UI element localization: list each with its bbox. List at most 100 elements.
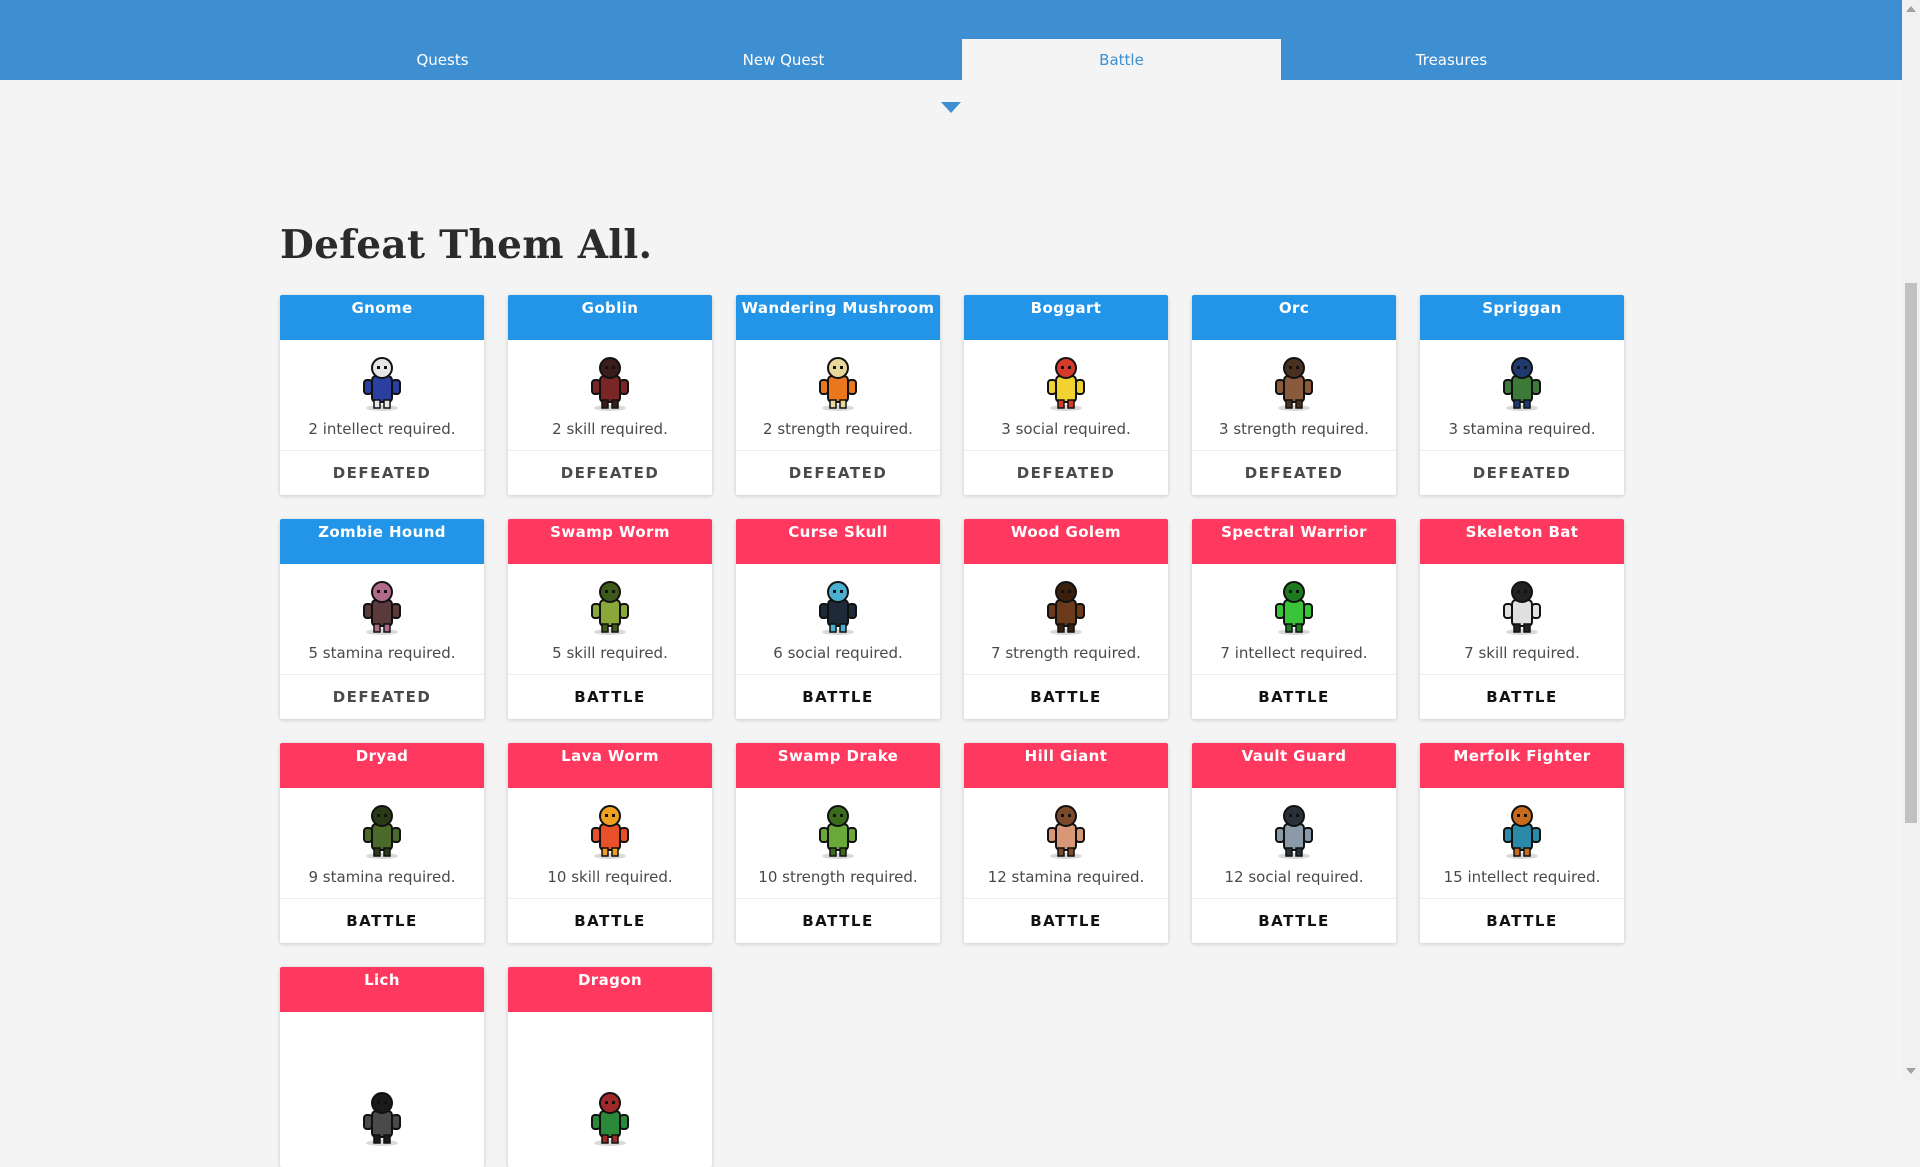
requirement-text: 3 strength required.	[1219, 420, 1369, 438]
monster-name: Gnome	[280, 295, 484, 340]
monster-card: Swamp Drake 10 strength required. BATTLE	[736, 743, 940, 943]
requirement-text: 15 intellect required.	[1443, 868, 1601, 886]
monster-name: Skeleton Bat	[1420, 519, 1624, 564]
swamp-worm-sprite-icon	[580, 576, 640, 636]
monster-card: Curse Skull 6 social required. BATTLE	[736, 519, 940, 719]
requirement-text: 6 social required.	[773, 644, 903, 662]
monster-card: Merfolk Fighter 15 intellect required. BAT…	[1420, 743, 1624, 943]
requirement-text: 7 skill required.	[1464, 644, 1580, 662]
top-nav-bar: Quests New Quest Battle Treasures	[0, 0, 1902, 80]
monster-card-body: 5 skill required.	[508, 564, 712, 674]
vault-guard-sprite-icon	[1264, 800, 1324, 860]
swamp-drake-sprite-icon	[808, 800, 868, 860]
tab-battle[interactable]: Battle	[962, 39, 1281, 80]
tab-new-quest[interactable]: New Quest	[624, 39, 943, 80]
monster-card-body: 2 strength required.	[736, 340, 940, 450]
monster-card: Boggart 3 social required. DEFEATED	[964, 295, 1168, 495]
monster-name: Hill Giant	[964, 743, 1168, 788]
battle-button[interactable]: BATTLE	[736, 674, 940, 719]
spriggan-sprite-icon	[1492, 352, 1552, 412]
monster-card: Skeleton Bat 7 skill required. BATTLE	[1420, 519, 1624, 719]
monster-card-body: 3 stamina required.	[1420, 340, 1624, 450]
monster-card-body: 10 skill required.	[508, 788, 712, 898]
requirement-text: 10 skill required.	[547, 868, 673, 886]
battle-button[interactable]: BATTLE	[736, 898, 940, 943]
battle-button[interactable]: BATTLE	[1420, 674, 1624, 719]
monster-card-body: 7 intellect required.	[1192, 564, 1396, 674]
lava-worm-sprite-icon	[580, 800, 640, 860]
monster-card-body: 7 strength required.	[964, 564, 1168, 674]
requirement-text: 10 strength required.	[758, 868, 918, 886]
monster-card-body	[280, 1012, 484, 1167]
requirement-text: 7 intellect required.	[1220, 644, 1368, 662]
requirement-text: 3 stamina required.	[1448, 420, 1596, 438]
scroll-down-arrow-icon[interactable]	[1906, 1068, 1916, 1074]
monster-card: Orc 3 strength required. DEFEATED	[1192, 295, 1396, 495]
battle-button[interactable]: BATTLE	[280, 898, 484, 943]
monster-name: Merfolk Fighter	[1420, 743, 1624, 788]
scroll-up-arrow-icon[interactable]	[1906, 6, 1916, 12]
monster-card: Wandering Mushroom 2 strength required. DE…	[736, 295, 940, 495]
monster-name: Spriggan	[1420, 295, 1624, 340]
requirement-text: 12 social required.	[1224, 868, 1364, 886]
battle-button[interactable]: BATTLE	[508, 898, 712, 943]
spectral-warrior-sprite-icon	[1264, 576, 1324, 636]
tab-treasures[interactable]: Treasures	[1292, 39, 1611, 80]
orc-sprite-icon	[1264, 352, 1324, 412]
wood-golem-sprite-icon	[1036, 576, 1096, 636]
monster-name: Goblin	[508, 295, 712, 340]
monster-card: Lich	[280, 967, 484, 1167]
monster-name: Spectral Warrior	[1192, 519, 1396, 564]
battle-button[interactable]: BATTLE	[1192, 898, 1396, 943]
monster-card-body: 3 strength required.	[1192, 340, 1396, 450]
monster-name: Swamp Drake	[736, 743, 940, 788]
page-title: Defeat Them All.	[280, 222, 653, 268]
monster-card-body: 10 strength required.	[736, 788, 940, 898]
monster-name: Wandering Mushroom	[736, 295, 940, 340]
battle-button[interactable]: BATTLE	[964, 674, 1168, 719]
requirement-text: 5 stamina required.	[308, 644, 456, 662]
defeated-status: DEFEATED	[736, 450, 940, 495]
monster-card-body: 3 social required.	[964, 340, 1168, 450]
defeated-status: DEFEATED	[280, 674, 484, 719]
mushroom-sprite-icon	[808, 352, 868, 412]
battle-button[interactable]: BATTLE	[508, 674, 712, 719]
monster-card: Vault Guard 12 social required. BATTLE	[1192, 743, 1396, 943]
tab-quests[interactable]: Quests	[283, 39, 602, 80]
monster-card-body: 12 social required.	[1192, 788, 1396, 898]
monster-card-body: 7 skill required.	[1420, 564, 1624, 674]
monster-name: Curse Skull	[736, 519, 940, 564]
requirement-text: 7 strength required.	[991, 644, 1141, 662]
monster-card: Hill Giant 12 stamina required. BATTLE	[964, 743, 1168, 943]
dragon-sprite-icon	[580, 1087, 640, 1147]
defeated-status: DEFEATED	[1420, 450, 1624, 495]
curse-skull-sprite-icon	[808, 576, 868, 636]
requirement-text: 3 social required.	[1001, 420, 1131, 438]
monster-name: Dryad	[280, 743, 484, 788]
battle-button[interactable]: BATTLE	[1192, 674, 1396, 719]
monster-card: Spectral Warrior 7 intellect required. BAT…	[1192, 519, 1396, 719]
monster-name: Boggart	[964, 295, 1168, 340]
monster-card: Swamp Worm 5 skill required. BATTLE	[508, 519, 712, 719]
defeated-status: DEFEATED	[1192, 450, 1396, 495]
requirement-text: 2 strength required.	[763, 420, 913, 438]
monster-name: Zombie Hound	[280, 519, 484, 564]
zombie-hound-sprite-icon	[352, 576, 412, 636]
goblin-sprite-icon	[580, 352, 640, 412]
monster-card: Dryad 9 stamina required. BATTLE	[280, 743, 484, 943]
monster-name: Vault Guard	[1192, 743, 1396, 788]
scrollbar-thumb[interactable]	[1905, 283, 1917, 823]
monster-card-body: 5 stamina required.	[280, 564, 484, 674]
requirement-text: 2 intellect required.	[308, 420, 456, 438]
defeated-status: DEFEATED	[280, 450, 484, 495]
monster-grid: Gnome 2 intellect required. DEFEATED Goblin…	[280, 295, 1625, 1167]
monster-card-body: 15 intellect required.	[1420, 788, 1624, 898]
monster-card: Spriggan 3 stamina required. DEFEATED	[1420, 295, 1624, 495]
defeated-status: DEFEATED	[964, 450, 1168, 495]
battle-button[interactable]: BATTLE	[1420, 898, 1624, 943]
requirement-text: 2 skill required.	[552, 420, 668, 438]
monster-card-body: 9 stamina required.	[280, 788, 484, 898]
monster-name: Wood Golem	[964, 519, 1168, 564]
monster-card-body	[508, 1012, 712, 1167]
battle-button[interactable]: BATTLE	[964, 898, 1168, 943]
